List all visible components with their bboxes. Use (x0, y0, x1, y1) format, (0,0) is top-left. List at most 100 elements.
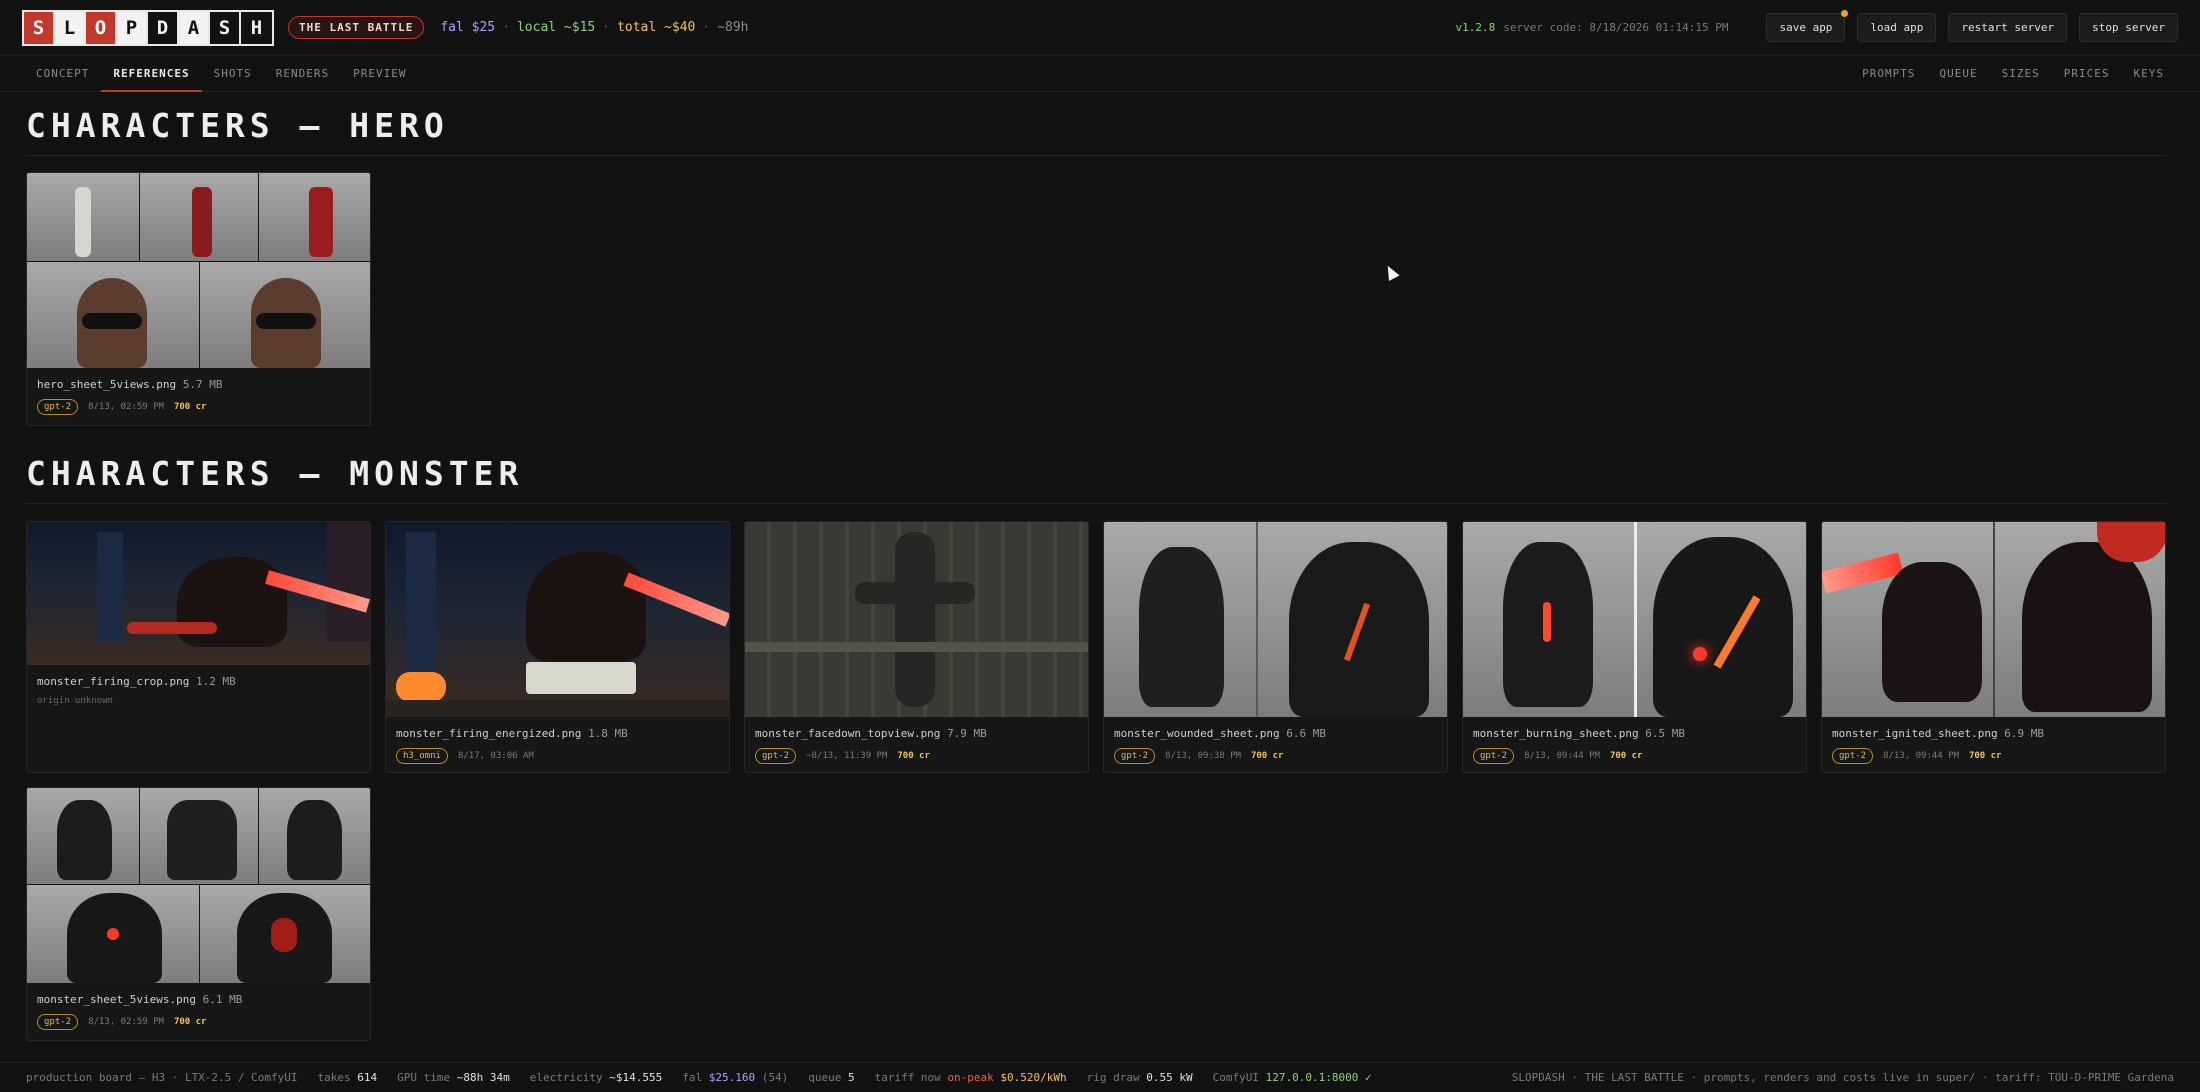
logo-letter: H (241, 11, 272, 44)
load-app-button[interactable]: load app (1857, 13, 1937, 42)
stat-value: ~88h 34m (456, 1071, 510, 1084)
logo-letter: L (55, 11, 86, 44)
footer-note: SLOPDASH · THE LAST BATTLE · prompts, re… (1511, 1071, 2174, 1084)
model-badge: gpt-2 (1832, 748, 1874, 764)
tab-renders[interactable]: RENDERS (264, 56, 341, 91)
file-caption: monster_firing_crop.png 1.2 MB (27, 665, 370, 688)
model-badge: gpt-2 (37, 399, 79, 415)
total-cost: total ~$40 (617, 20, 696, 35)
timestamp: ~8/13, 11:39 PM (806, 751, 888, 761)
reference-thumbnail[interactable] (386, 522, 729, 717)
reference-card[interactable]: monster_firing_crop.png 1.2 MB origin un… (26, 521, 371, 773)
file-caption: monster_ignited_sheet.png 6.9 MB (1822, 717, 2165, 740)
tab-sizes[interactable]: SIZES (1990, 56, 2052, 91)
reference-card[interactable]: monster_facedown_topview.png 7.9 MB gpt-… (744, 521, 1089, 773)
file-size: 6.5 MB (1645, 727, 1685, 740)
tab-references[interactable]: REFERENCES (101, 56, 202, 92)
credits: 700 cr (897, 751, 930, 761)
project-badge[interactable]: THE LAST BATTLE (288, 16, 425, 39)
server-code: server code: 8/18/2026 01:14:15 PM (1503, 21, 1729, 34)
stat-label: rig draw (1086, 1071, 1140, 1084)
origin-note: origin unknown (37, 696, 113, 706)
reference-card[interactable]: hero_sheet_5views.png 5.7 MB gpt-2 8/13,… (26, 172, 371, 426)
queue-stat: queue 5 (808, 1071, 854, 1084)
tariff-period: on-peak (947, 1071, 994, 1084)
timestamp: 8/13, 09:44 PM (1883, 751, 1959, 761)
reference-thumbnail[interactable] (1463, 522, 1806, 717)
logo-letter: A (179, 11, 210, 44)
unsaved-dot-icon (1841, 10, 1849, 17)
tab-prices[interactable]: PRICES (2052, 56, 2122, 91)
reference-thumbnail[interactable] (745, 522, 1088, 717)
separator: · (602, 20, 611, 35)
stat-label: GPU time (397, 1071, 451, 1084)
timestamp: 8/13, 02:59 PM (88, 402, 164, 412)
model-badge: h3_omni (396, 748, 448, 764)
file-caption: monster_firing_energized.png 1.8 MB (386, 717, 729, 740)
comfyui-stat[interactable]: ComfyUI 127.0.0.1:8000 ✓ (1213, 1071, 1372, 1084)
card-meta: gpt-2 8/13, 02:59 PM 700 cr (27, 391, 370, 425)
model-badge: gpt-2 (1114, 748, 1156, 764)
tab-shots[interactable]: SHOTS (202, 56, 264, 91)
reference-thumbnail[interactable] (1104, 522, 1447, 717)
reference-card[interactable]: monster_ignited_sheet.png 6.9 MB gpt-2 8… (1821, 521, 2166, 773)
reference-thumbnail[interactable] (1822, 522, 2165, 717)
file-name: monster_wounded_sheet.png (1114, 727, 1280, 740)
card-meta: h3_omni 8/17, 03:06 AM (386, 740, 729, 772)
reference-card[interactable]: monster_wounded_sheet.png 6.6 MB gpt-2 8… (1103, 521, 1448, 773)
model-badge: gpt-2 (37, 1014, 79, 1030)
reference-card[interactable]: monster_burning_sheet.png 6.5 MB gpt-2 8… (1462, 521, 1807, 773)
section-monster: CHARACTERS — MONSTER (26, 454, 2166, 504)
stat-count: (54) (761, 1071, 789, 1084)
stop-server-button[interactable]: stop server (2079, 13, 2178, 42)
file-size: 6.6 MB (1286, 727, 1326, 740)
stat-label: tariff now (874, 1071, 941, 1084)
file-size: 6.1 MB (202, 993, 243, 1006)
card-meta: gpt-2 8/13, 09:44 PM 700 cr (1463, 740, 1806, 772)
reference-thumbnail[interactable] (27, 522, 370, 665)
electricity-stat: electricity ~$14.555 (530, 1071, 662, 1084)
file-caption: monster_sheet_5views.png 6.1 MB (27, 983, 370, 1006)
tariff-price: $0.520/kWh (1000, 1071, 1067, 1084)
file-name: monster_ignited_sheet.png (1832, 727, 1998, 740)
tab-preview[interactable]: PREVIEW (341, 56, 418, 91)
section-title: CHARACTERS — HERO (26, 106, 2166, 156)
tab-concept[interactable]: CONCEPT (24, 56, 101, 91)
logo-letter: P (117, 11, 148, 44)
stat-label: electricity (529, 1071, 603, 1084)
version-label: v1.2.8 (1455, 21, 1496, 34)
tab-keys[interactable]: KEYS (2122, 56, 2177, 91)
references-content: CHARACTERS — HERO hero_sheet_5views.png … (26, 92, 2166, 1052)
timestamp: 8/13, 02:59 PM (88, 1017, 164, 1027)
board-info: production board — H3 · LTX-2.5 / ComfyU… (26, 1071, 298, 1084)
restart-server-button[interactable]: restart server (1948, 13, 2068, 42)
fal-stat: fal $25.160 (54) (682, 1071, 788, 1084)
top-bar: S L O P D A S H THE LAST BATTLE fal $25 … (0, 0, 2200, 56)
section-hero: CHARACTERS — HERO (26, 106, 2166, 156)
credits: 700 cr (173, 1017, 207, 1027)
cost-summary: fal $25 · local ~$15 · total ~$40 · ~89h (440, 20, 748, 35)
logo-letter: O (86, 11, 117, 44)
slopdash-logo[interactable]: S L O P D A S H (22, 9, 274, 46)
stat-value: ~$14.555 (609, 1071, 663, 1084)
card-meta: gpt-2 8/13, 09:44 PM 700 cr (1822, 740, 2165, 772)
reference-thumbnail[interactable] (27, 788, 370, 983)
model-badge: gpt-2 (1473, 748, 1515, 764)
logo-letter: S (24, 11, 55, 44)
local-cost: local ~$15 (516, 20, 596, 35)
file-caption: hero_sheet_5views.png 5.7 MB (27, 368, 370, 391)
reference-card[interactable]: monster_sheet_5views.png 6.1 MB gpt-2 8/… (26, 787, 371, 1041)
tab-queue[interactable]: QUEUE (1928, 56, 1990, 91)
reference-thumbnail[interactable] (27, 173, 370, 368)
file-size: 1.8 MB (588, 727, 628, 740)
file-caption: monster_burning_sheet.png 6.5 MB (1463, 717, 1806, 740)
credits: 700 cr (1968, 751, 2002, 761)
section-title: CHARACTERS — MONSTER (26, 454, 2166, 504)
card-meta: gpt-2 ~8/13, 11:39 PM 700 cr (745, 740, 1088, 772)
gpu-stat: GPU time ~88h 34m (397, 1071, 510, 1084)
tab-prompts[interactable]: PROMPTS (1850, 56, 1927, 91)
stat-label: takes (317, 1071, 351, 1084)
file-name: monster_burning_sheet.png (1473, 727, 1639, 740)
reference-card[interactable]: monster_firing_energized.png 1.8 MB h3_o… (385, 521, 730, 773)
save-app-button[interactable]: save app (1766, 10, 1849, 42)
